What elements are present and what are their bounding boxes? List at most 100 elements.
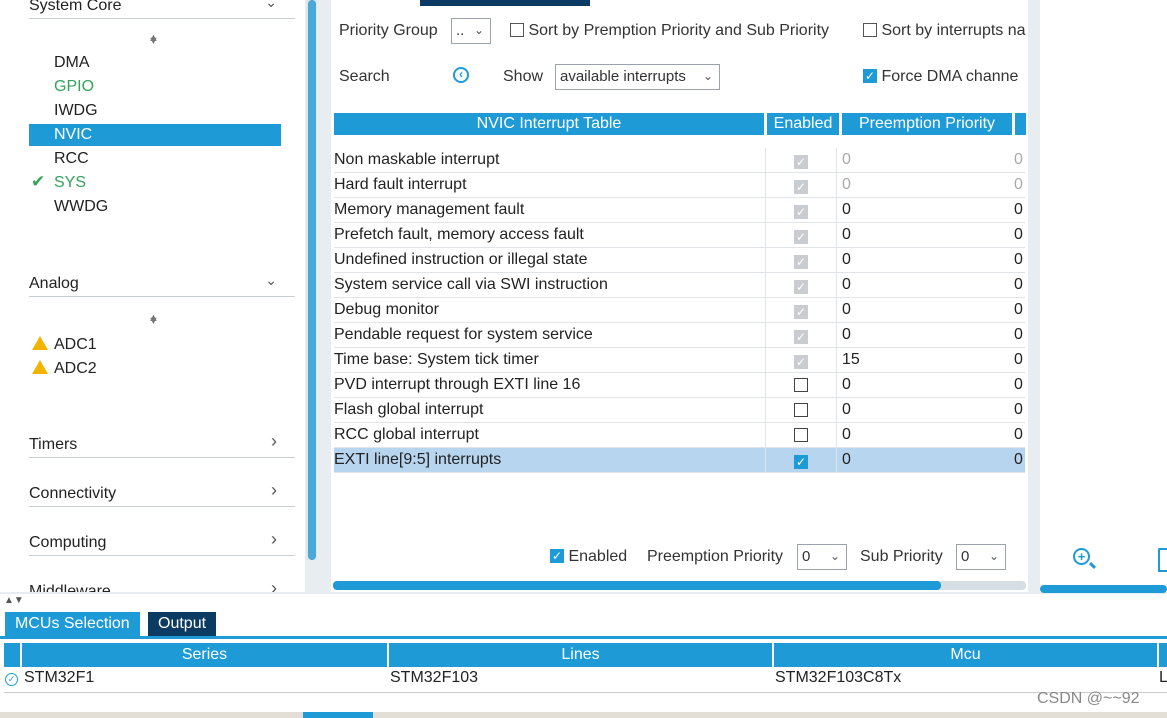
column-header-preemption[interactable]: Preemption Priority: [842, 113, 1012, 135]
sub-priority-value[interactable]: 0: [1014, 151, 1023, 169]
table-row[interactable]: Time base: System tick timer ✓ 15 0: [334, 348, 1025, 373]
collapse-arrows-icon[interactable]: ▲▼: [4, 595, 24, 606]
enabled-checkbox-locked[interactable]: ✓: [794, 253, 808, 271]
tab-mcus-selection[interactable]: MCUs Selection: [5, 612, 140, 636]
sub-priority-value[interactable]: 0: [1014, 251, 1023, 269]
table-row[interactable]: Prefetch fault, memory access fault ✓ 0 0: [334, 223, 1025, 248]
enabled-checkbox-locked[interactable]: ✓: [794, 228, 808, 246]
show-label: Show: [503, 68, 544, 85]
table-row[interactable]: RCC global interrupt 0 0: [334, 423, 1025, 448]
item-adc1[interactable]: ADC1: [32, 335, 97, 354]
item-dma[interactable]: DMA: [54, 54, 90, 72]
enabled-checkbox-locked[interactable]: ✓: [794, 153, 808, 171]
preemption-priority-value[interactable]: 0: [842, 201, 851, 219]
column-header-series[interactable]: Series: [22, 643, 387, 667]
column-divider: [836, 323, 837, 347]
table-row[interactable]: Non maskable interrupt ✓ 0 0: [334, 148, 1025, 173]
category-middleware[interactable]: Middleware ›: [29, 580, 295, 592]
preemption-priority-value[interactable]: 0: [842, 451, 851, 469]
sub-priority-select[interactable]: 0 ⌄: [956, 544, 1006, 570]
enabled-checkbox[interactable]: ✓ Enabled: [550, 548, 627, 566]
interrupt-name: Debug monitor: [334, 301, 439, 318]
column-divider: [765, 273, 766, 297]
column-header-mcu[interactable]: Mcu: [774, 643, 1157, 667]
enabled-checkbox-locked[interactable]: ✓: [794, 203, 808, 221]
zoom-in-icon[interactable]: +: [1073, 548, 1090, 565]
item-wwdg[interactable]: WWDG: [54, 198, 108, 216]
item-rcc[interactable]: RCC: [54, 150, 89, 168]
category-computing[interactable]: Computing ›: [29, 529, 295, 556]
sub-priority-value[interactable]: 0: [1014, 226, 1023, 244]
preemption-priority-value[interactable]: 0: [842, 176, 851, 194]
search-back-icon[interactable]: ‹: [453, 67, 469, 83]
preemption-priority-select[interactable]: 0 ⌄: [797, 544, 847, 570]
preemption-priority-value[interactable]: 0: [842, 226, 851, 244]
sub-priority-value[interactable]: 0: [1014, 176, 1023, 194]
table-row[interactable]: Flash global interrupt 0 0: [334, 398, 1025, 423]
sort-premption-checkbox[interactable]: Sort by Premption Priority and Sub Prior…: [510, 22, 829, 40]
table-row[interactable]: Hard fault interrupt ✓ 0 0: [334, 173, 1025, 198]
table-row[interactable]: Memory management fault ✓ 0 0: [334, 198, 1025, 223]
fit-view-icon[interactable]: [1158, 548, 1167, 572]
right-scrollbar[interactable]: [1040, 585, 1167, 593]
check-circle-icon: ✓: [5, 673, 18, 686]
chevron-down-icon: ⌄: [829, 549, 840, 563]
sub-priority-value[interactable]: 0: [1014, 376, 1023, 394]
item-gpio[interactable]: GPIO: [54, 78, 94, 96]
sub-priority-value[interactable]: 0: [1014, 401, 1023, 419]
table-row[interactable]: Debug monitor ✓ 0 0: [334, 298, 1025, 323]
preemption-priority-value[interactable]: 0: [842, 326, 851, 344]
table-row[interactable]: EXTI line[9:5] interrupts ✓ 0 0: [334, 448, 1025, 473]
sort-icon[interactable]: ▲ ▼: [148, 32, 159, 56]
item-iwdg[interactable]: IWDG: [54, 102, 98, 120]
category-connectivity[interactable]: Connectivity ›: [29, 480, 295, 507]
category-analog[interactable]: Analog ⌄: [29, 272, 295, 297]
preemption-priority-value[interactable]: 0: [842, 151, 851, 169]
tab-output[interactable]: Output: [148, 612, 217, 636]
item-nvic[interactable]: NVIC: [54, 126, 92, 144]
category-timers[interactable]: Timers ›: [29, 431, 295, 458]
preemption-priority-value[interactable]: 0: [842, 426, 851, 444]
table-row[interactable]: Pendable request for system service ✓ 0 0: [334, 323, 1025, 348]
column-header-sub[interactable]: [1015, 113, 1026, 135]
sub-priority-value[interactable]: 0: [1014, 326, 1023, 344]
column-header-lines[interactable]: Lines: [389, 643, 772, 667]
preemption-priority-value[interactable]: 0: [842, 376, 851, 394]
table-row[interactable]: System service call via SWI instruction ✓…: [334, 273, 1025, 298]
item-adc2[interactable]: ADC2: [32, 359, 97, 378]
enabled-checkbox-locked[interactable]: ✓: [794, 178, 808, 196]
enabled-checkbox-locked[interactable]: ✓: [794, 328, 808, 346]
preemption-priority-value[interactable]: 0: [842, 301, 851, 319]
sub-priority-value[interactable]: 0: [1014, 426, 1023, 444]
table-row[interactable]: [4, 667, 1167, 693]
enabled-checkbox[interactable]: [794, 378, 808, 397]
enabled-checkbox-locked[interactable]: ✓: [794, 353, 808, 371]
table-scrollbar-thumb[interactable]: [333, 581, 941, 590]
sort-interrupts-checkbox[interactable]: Sort by interrupts na: [863, 22, 1028, 40]
enabled-checkbox-locked[interactable]: ✓: [794, 303, 808, 321]
preemption-priority-value[interactable]: 15: [842, 351, 860, 369]
show-select[interactable]: available interrupts ⌄: [555, 64, 720, 90]
sub-priority-value[interactable]: 0: [1014, 351, 1023, 369]
sort-icon[interactable]: ▲ ▼: [148, 312, 159, 336]
preemption-priority-value[interactable]: 0: [842, 401, 851, 419]
enabled-checkbox[interactable]: [794, 428, 808, 447]
force-dma-checkbox[interactable]: ✓ Force DMA channe: [863, 68, 1028, 86]
preemption-priority-value[interactable]: 0: [842, 276, 851, 294]
sub-priority-value[interactable]: 0: [1014, 201, 1023, 219]
preemption-priority-value[interactable]: 0: [842, 251, 851, 269]
item-sys[interactable]: SYS: [54, 174, 86, 192]
column-header-name[interactable]: NVIC Interrupt Table: [334, 113, 764, 135]
enabled-checkbox[interactable]: [794, 403, 808, 422]
enabled-checkbox-locked[interactable]: ✓: [794, 278, 808, 296]
table-row[interactable]: Undefined instruction or illegal state ✓ 0…: [334, 248, 1025, 273]
table-row[interactable]: PVD interrupt through EXTI line 16 0 0: [334, 373, 1025, 398]
category-system-core[interactable]: System Core ⌄: [29, 0, 295, 19]
sidebar-scrollbar-thumb[interactable]: [308, 0, 316, 560]
column-header-enabled[interactable]: Enabled: [767, 113, 839, 135]
sub-priority-value[interactable]: 0: [1014, 451, 1023, 469]
enabled-checkbox-checked[interactable]: ✓: [794, 453, 808, 471]
sub-priority-value[interactable]: 0: [1014, 301, 1023, 319]
sub-priority-value[interactable]: 0: [1014, 276, 1023, 294]
priority-group-select[interactable]: .. ⌄: [451, 18, 491, 44]
